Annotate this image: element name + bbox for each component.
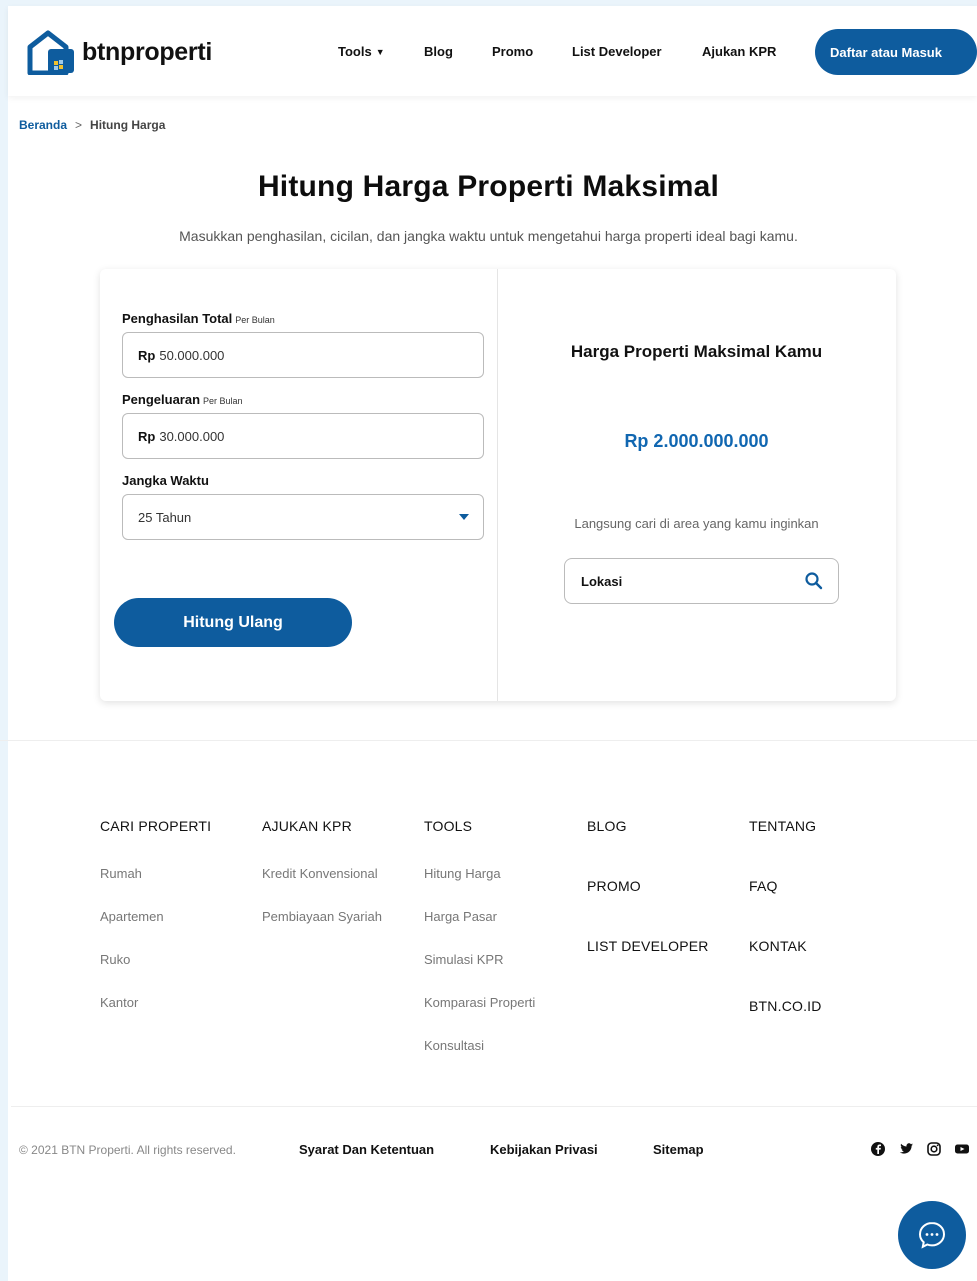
footer-link-kantor[interactable]: Kantor [100,995,211,1010]
sitemap-link[interactable]: Sitemap [653,1142,704,1157]
search-icon[interactable] [804,571,824,591]
income-label: Penghasilan Total Per Bulan [122,311,275,326]
expense-input[interactable]: Rp 30.000.000 [122,413,484,459]
calculator-card: Penghasilan Total Per Bulan Rp 50.000.000… [100,269,896,701]
footer-link-btn-co-id[interactable]: BTN.CO.ID [749,998,822,1014]
footer-col-ajukan-kpr: AJUKAN KPR Kredit Konvensional Pembiayaa… [262,818,382,924]
card-divider [497,269,498,701]
terms-link[interactable]: Syarat Dan Ketentuan [299,1142,434,1157]
footer-col-tentang: TENTANG FAQ KONTAK BTN.CO.ID [749,818,822,1014]
expense-currency: Rp [138,428,156,444]
nav-ajukan-kpr[interactable]: Ajukan KPR [702,44,776,59]
footer-link-rumah[interactable]: Rumah [100,866,211,881]
location-placeholder: Lokasi [581,573,623,589]
login-button[interactable]: Daftar atau Masuk [815,29,977,75]
instagram-icon[interactable] [926,1141,942,1157]
footer-heading: CARI PROPERTI [100,818,212,834]
recalculate-button[interactable]: Hitung Ulang [114,598,352,647]
result-title: Harga Properti Maksimal Kamu [570,342,823,361]
income-label-suffix: Per Bulan [235,315,275,325]
nav-tools-label: Tools [338,44,372,59]
footer-link-faq[interactable]: FAQ [749,878,822,894]
footer-col-blog: BLOG PROMO LIST DEVELOPER [587,818,709,954]
footer-link-apartemen[interactable]: Apartemen [100,909,211,924]
footer-col-tools: TOOLS Hitung Harga Harga Pasar Simulasi … [424,818,535,1053]
expense-label-suffix: Per Bulan [203,396,243,406]
footer-link-pembiayaan-syariah[interactable]: Pembiayaan Syariah [262,909,382,924]
income-label-text: Penghasilan Total [122,311,233,326]
footer-heading: AJUKAN KPR [262,818,352,834]
term-select[interactable]: 25 Tahun [122,494,484,540]
footer-link-konsultasi[interactable]: Konsultasi [424,1038,535,1053]
privacy-link[interactable]: Kebijakan Privasi [490,1142,598,1157]
expense-label-text: Pengeluaran [122,392,201,407]
footer-link-tentang[interactable]: TENTANG [749,818,822,834]
facebook-icon[interactable] [870,1141,886,1157]
site-logo[interactable]: btnproperti [26,28,212,76]
breadcrumb-current: Hitung Harga [90,118,166,132]
caret-down-icon: ▼ [375,47,385,57]
nav-tools[interactable]: Tools ▼ [338,44,385,59]
footer-bottom-divider [11,1106,977,1107]
footer-col-cari-properti: CARI PROPERTI Rumah Apartemen Ruko Kanto… [100,818,211,1010]
footer-link-hitung-harga[interactable]: Hitung Harga [424,866,535,881]
copyright-text: © 2021 BTN Properti. All rights reserved… [19,1143,236,1157]
result-value: Rp 2.000.000.000 [624,431,769,451]
footer-link-kontak[interactable]: KONTAK [749,938,822,954]
footer-divider [0,740,977,741]
chat-bubble-icon [918,1221,946,1249]
footer-link-blog[interactable]: BLOG [587,818,709,834]
term-value: 25 Tahun [138,509,192,525]
income-input[interactable]: Rp 50.000.000 [122,332,484,378]
page-subtitle: Masukkan penghasilan, cicilan, dan jangk… [179,228,798,244]
chevron-right-icon: > [75,118,83,132]
footer-link-promo[interactable]: PROMO [587,878,709,894]
breadcrumb: Beranda > Hitung Harga [19,118,165,132]
income-currency: Rp [138,347,156,363]
footer-link-simulasi-kpr[interactable]: Simulasi KPR [424,952,535,967]
footer-link-harga-pasar[interactable]: Harga Pasar [424,909,535,924]
caret-down-icon [459,514,469,520]
page-title: Hitung Harga Properti Maksimal [257,170,720,203]
income-value: 50.000.000 [159,347,225,363]
chat-button[interactable] [898,1201,966,1269]
term-label: Jangka Waktu [122,473,209,488]
footer-link-list-developer[interactable]: LIST DEVELOPER [587,938,709,954]
twitter-icon[interactable] [898,1141,914,1157]
breadcrumb-home[interactable]: Beranda [19,118,67,132]
footer-heading: TOOLS [424,818,473,834]
location-search-input[interactable]: Lokasi [564,558,839,604]
logo-text: btnproperti [82,37,213,66]
footer-link-komparasi-properti[interactable]: Komparasi Properti [424,995,535,1010]
youtube-icon[interactable] [954,1141,970,1157]
expense-value: 30.000.000 [159,428,225,444]
result-hint: Langsung cari di area yang kamu inginkan [574,516,819,531]
expense-label: Pengeluaran Per Bulan [122,392,243,407]
site-header: btnproperti Tools ▼ Blog Promo List Devel… [8,6,977,96]
nav-promo[interactable]: Promo [492,44,533,59]
footer-link-kredit-konvensional[interactable]: Kredit Konvensional [262,866,382,881]
nav-blog[interactable]: Blog [424,44,453,59]
nav-list-developer[interactable]: List Developer [572,44,662,59]
footer-link-ruko[interactable]: Ruko [100,952,211,967]
house-logo-icon [27,30,74,75]
